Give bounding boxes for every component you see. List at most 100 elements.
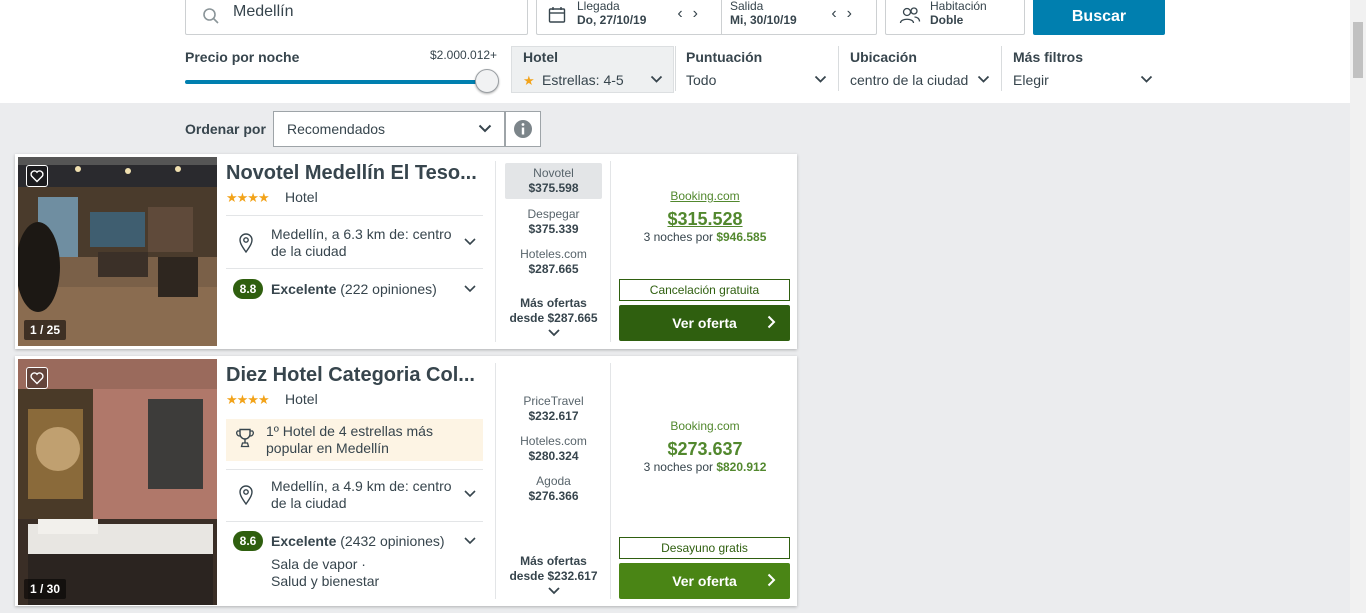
provider-amount: $287.665 bbox=[528, 262, 579, 276]
rating-word: Excelente bbox=[271, 281, 337, 297]
stay-total: 3 noches por $946.585 bbox=[620, 230, 790, 244]
provider-price[interactable]: Novotel $375.598 bbox=[505, 163, 602, 199]
favorite-button[interactable] bbox=[26, 165, 48, 187]
chevron-down-icon[interactable] bbox=[464, 238, 476, 246]
room-selector[interactable]: Habitación Doble bbox=[885, 0, 1025, 35]
prev-day-icon[interactable]: ‹ bbox=[831, 5, 846, 22]
provider-price[interactable]: PriceTravel $232.617 bbox=[505, 394, 602, 424]
location-line: Medellín, a 6.3 km de: centro bbox=[271, 226, 452, 242]
more-offers-button[interactable]: Más ofertas desde $232.617 bbox=[505, 554, 602, 595]
more-filters-dropdown[interactable]: Elegir bbox=[1013, 72, 1049, 88]
checkout-day-nav[interactable]: ‹› bbox=[831, 5, 862, 23]
search-header: Medellín Llegada Do, 27/10/19 ‹› Salida … bbox=[0, 0, 1350, 103]
page-scrollbar[interactable] bbox=[1350, 0, 1366, 613]
divider bbox=[226, 215, 483, 216]
location-pin-icon bbox=[239, 233, 253, 253]
hotel-name[interactable]: Novotel Medellín El Teso... bbox=[226, 162, 488, 185]
view-deal-button[interactable]: Ver oferta bbox=[619, 305, 790, 341]
checkin-day-nav[interactable]: ‹› bbox=[677, 5, 708, 23]
favorite-button[interactable] bbox=[26, 367, 48, 389]
chevron-down-icon bbox=[547, 329, 560, 337]
price-slider-track[interactable] bbox=[185, 80, 488, 84]
checkin-date-field[interactable]: Llegada Do, 27/10/19 ‹› bbox=[536, 0, 722, 35]
chevron-right-icon bbox=[767, 315, 776, 329]
provider-name: Agoda bbox=[536, 474, 571, 488]
popularity-line: popular en Medellín bbox=[266, 440, 389, 456]
location-line: de la ciudad bbox=[271, 495, 347, 511]
divider bbox=[226, 268, 483, 269]
provider-price[interactable]: Hoteles.com $287.665 bbox=[505, 247, 602, 277]
sort-dropdown[interactable]: Recomendados bbox=[273, 111, 505, 147]
filter-divider bbox=[675, 46, 676, 91]
location-line: de la ciudad bbox=[271, 243, 347, 259]
hotel-filter-value: Estrellas: 4-5 bbox=[542, 72, 624, 88]
view-deal-button[interactable]: Ver oferta bbox=[619, 563, 790, 599]
rating-summary[interactable]: Excelente (222 opiniones) bbox=[271, 281, 437, 297]
checkout-date-field[interactable]: Salida Mi, 30/10/19 ‹› bbox=[721, 0, 877, 35]
sort-label: Ordenar por bbox=[185, 121, 266, 137]
hotel-card[interactable]: 1 / 30 Diez Hotel Categoria Col... ★★★★ … bbox=[15, 356, 797, 606]
chevron-down-icon[interactable] bbox=[464, 285, 476, 293]
trophy-icon bbox=[236, 428, 254, 448]
sort-info-button[interactable] bbox=[505, 111, 541, 147]
rating-word: Excelente bbox=[271, 533, 337, 549]
provider-price[interactable]: Hoteles.com $280.324 bbox=[505, 434, 602, 464]
star-icon: ★ bbox=[523, 73, 535, 88]
divider bbox=[495, 161, 496, 342]
stay-total-label: 3 noches por bbox=[643, 460, 717, 474]
chevron-down-icon[interactable] bbox=[464, 490, 476, 498]
rating-badge: 8.8 bbox=[233, 279, 263, 299]
location-filter-dropdown[interactable]: centro de la ciudad bbox=[850, 72, 968, 88]
provider-amount: $232.617 bbox=[528, 409, 579, 423]
photo-counter: 1 / 25 bbox=[24, 320, 67, 340]
info-icon bbox=[514, 120, 532, 138]
hotel-card[interactable]: 1 / 25 Novotel Medellín El Teso... ★★★★ … bbox=[15, 154, 797, 349]
hotel-name[interactable]: Diez Hotel Categoria Col... bbox=[226, 364, 488, 387]
rating-filter-label: Puntuación bbox=[686, 49, 763, 65]
free-cancellation-badge: Cancelación gratuita bbox=[619, 279, 790, 301]
heart-icon bbox=[30, 372, 44, 385]
next-day-icon[interactable]: › bbox=[847, 5, 862, 22]
hotel-location[interactable]: Medellín, a 4.9 km de: centro de la ciud… bbox=[271, 478, 452, 512]
scrollbar-thumb[interactable] bbox=[1353, 22, 1363, 78]
provider-amount: $280.324 bbox=[528, 449, 579, 463]
best-deal-site[interactable]: Booking.com bbox=[620, 419, 790, 433]
view-deal-label: Ver oferta bbox=[672, 573, 737, 589]
more-offers-from: desde $287.665 bbox=[509, 311, 598, 325]
next-day-icon[interactable]: › bbox=[693, 5, 708, 22]
location-filter-label: Ubicación bbox=[850, 49, 917, 65]
best-deal-site[interactable]: Booking.com bbox=[620, 189, 790, 203]
stay-total-amount: $820.912 bbox=[716, 460, 767, 474]
chevron-down-icon[interactable] bbox=[464, 537, 476, 545]
chevron-down-icon bbox=[650, 75, 663, 83]
provider-amount: $375.598 bbox=[528, 181, 579, 195]
hotel-location[interactable]: Medellín, a 6.3 km de: centro de la ciud… bbox=[271, 226, 452, 260]
hotel-photo[interactable]: 1 / 30 bbox=[18, 359, 217, 605]
room-label: Habitación bbox=[930, 0, 987, 13]
chevron-down-icon bbox=[547, 587, 560, 595]
price-max-value: $2.000.012+ bbox=[430, 48, 498, 62]
review-count: (222 opiniones) bbox=[340, 281, 437, 297]
popularity-line: 1º Hotel de 4 estrellas más bbox=[266, 423, 433, 439]
rating-summary[interactable]: Excelente (2432 opiniones) bbox=[271, 533, 445, 549]
hotel-lobby-image bbox=[18, 157, 217, 346]
price-slider-handle[interactable] bbox=[475, 69, 499, 93]
provider-name: Despegar bbox=[527, 207, 580, 221]
rating-filter-dropdown[interactable]: Todo bbox=[686, 72, 716, 88]
provider-price[interactable]: Agoda $276.366 bbox=[505, 474, 602, 504]
prev-day-icon[interactable]: ‹ bbox=[677, 5, 692, 22]
hotel-photo[interactable]: 1 / 25 bbox=[18, 157, 217, 346]
provider-price[interactable]: Despegar $375.339 bbox=[505, 207, 602, 237]
best-deal-price[interactable]: $315.528 bbox=[620, 209, 790, 230]
divider bbox=[226, 521, 483, 522]
more-offers-label: Más ofertas bbox=[520, 554, 587, 568]
best-deal-price[interactable]: $273.637 bbox=[620, 439, 790, 460]
amenity: Salud y bienestar bbox=[271, 573, 380, 589]
search-button[interactable]: Buscar bbox=[1033, 0, 1165, 35]
provider-name: Novotel bbox=[533, 166, 574, 180]
destination-search-field[interactable]: Medellín bbox=[185, 0, 528, 35]
amenities: Sala de vapor · Salud y bienestar bbox=[271, 556, 379, 590]
provider-name: PriceTravel bbox=[523, 394, 584, 408]
more-offers-button[interactable]: Más ofertas desde $287.665 bbox=[505, 296, 602, 337]
divider bbox=[495, 363, 496, 599]
